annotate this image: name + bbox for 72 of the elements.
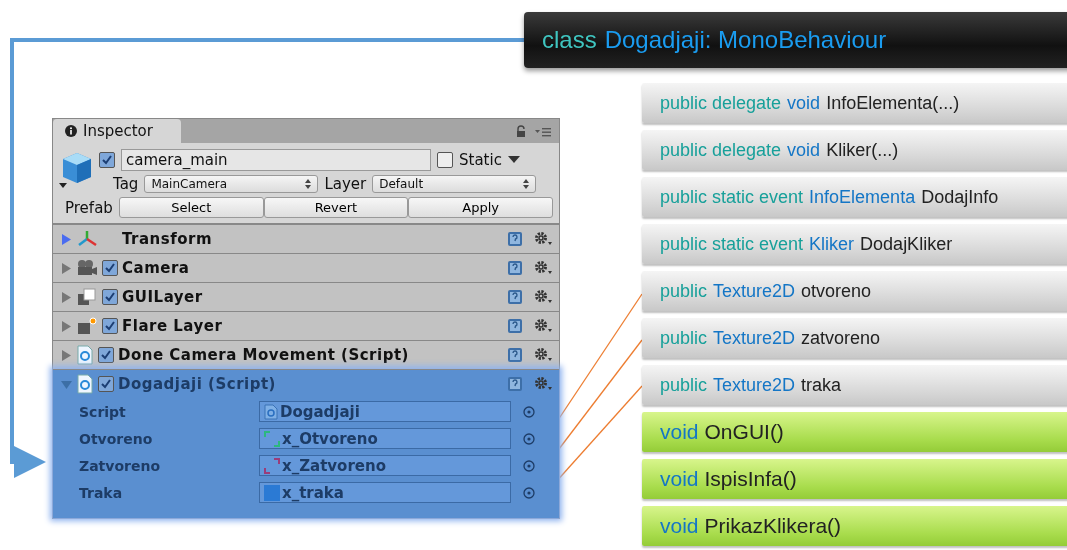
dropdown-caret-icon[interactable] (507, 156, 520, 164)
tab-label: Inspector (83, 122, 153, 140)
help-book-icon[interactable] (507, 318, 523, 334)
object-field[interactable]: x_traka (259, 482, 511, 503)
inspector-tab[interactable]: Inspector (53, 119, 181, 143)
object-field[interactable]: x_Zatvoreno (259, 455, 511, 476)
layers-icon (76, 288, 98, 306)
class-header: class Dogadjaji: MonoBehaviour (524, 12, 1067, 68)
help-book-icon[interactable] (507, 260, 523, 276)
gear-icon[interactable] (533, 289, 553, 305)
expand-toggle-icon[interactable] (61, 262, 72, 274)
tag-dropdown[interactable]: MainCamera (144, 175, 319, 193)
gear-icon[interactable] (533, 260, 553, 276)
object-field[interactable]: x_Otvoreno (259, 428, 511, 449)
property-label: Script (79, 403, 127, 420)
prefab-button[interactable]: Revert (263, 197, 409, 218)
component-name: Flare Layer (122, 317, 223, 335)
static-label: Static (459, 151, 502, 169)
expand-toggle-icon[interactable] (61, 378, 72, 390)
texture-thumbnail-icon (264, 430, 280, 447)
script-file-icon (76, 345, 94, 365)
enabled-checkbox[interactable] (102, 260, 118, 276)
texture-thumbnail-icon (264, 457, 280, 474)
object-picker-icon[interactable] (523, 405, 535, 418)
expand-toggle-icon[interactable] (61, 291, 72, 303)
layer-dropdown[interactable]: Default (372, 175, 537, 193)
active-checkbox[interactable] (99, 152, 115, 168)
texture-thumbnail-icon (264, 484, 280, 501)
enabled-checkbox[interactable] (98, 376, 114, 392)
enabled-checkbox[interactable] (98, 347, 114, 363)
help-book-icon[interactable] (507, 289, 523, 305)
help-book-icon[interactable] (507, 231, 523, 247)
component-name: Camera (122, 259, 190, 277)
static-checkbox[interactable] (437, 152, 453, 168)
gear-icon[interactable] (533, 318, 553, 334)
menu-icon[interactable] (535, 127, 551, 137)
component-name: Transform (122, 230, 213, 248)
layer-label: Layer (324, 175, 367, 193)
info-icon (65, 125, 77, 137)
gear-icon[interactable] (533, 231, 553, 247)
expand-toggle-icon[interactable] (61, 233, 72, 245)
prefab-button[interactable]: Apply (408, 197, 553, 218)
axes-icon (76, 230, 98, 248)
property-label: Otvoreno (79, 430, 154, 447)
lock-icon[interactable] (515, 125, 527, 137)
object-picker-icon[interactable] (523, 432, 535, 445)
object-picker-icon[interactable] (523, 486, 535, 499)
name-field[interactable]: camera_main (121, 149, 431, 171)
property-label: Traka (79, 484, 124, 501)
updown-caret-icon (523, 179, 530, 189)
gear-icon[interactable] (533, 347, 553, 363)
camera-icon (76, 259, 98, 277)
help-book-icon[interactable] (507, 347, 523, 363)
script-file-icon (264, 403, 278, 420)
object-picker-icon[interactable] (523, 459, 535, 472)
expand-toggle-icon[interactable] (61, 320, 72, 332)
prefab-label: Prefab (65, 198, 113, 217)
component-name: Done Camera Movement (Script) (118, 346, 409, 364)
help-book-icon[interactable] (507, 376, 523, 392)
script-file-icon (76, 374, 94, 394)
expand-toggle-icon[interactable] (61, 349, 72, 361)
updown-caret-icon (305, 179, 312, 189)
enabled-checkbox[interactable] (102, 289, 118, 305)
prefab-button[interactable]: Select (118, 197, 264, 218)
flare-icon (76, 317, 98, 335)
component-name: Dogadjaji (Script) (118, 375, 276, 393)
enabled-checkbox[interactable] (102, 318, 118, 334)
property-label: Zatvoreno (79, 457, 162, 474)
object-field[interactable]: Dogadjaji (259, 401, 511, 422)
component-name: GUILayer (122, 288, 203, 306)
tag-label: Tag (113, 175, 139, 193)
gear-icon[interactable] (533, 376, 553, 392)
